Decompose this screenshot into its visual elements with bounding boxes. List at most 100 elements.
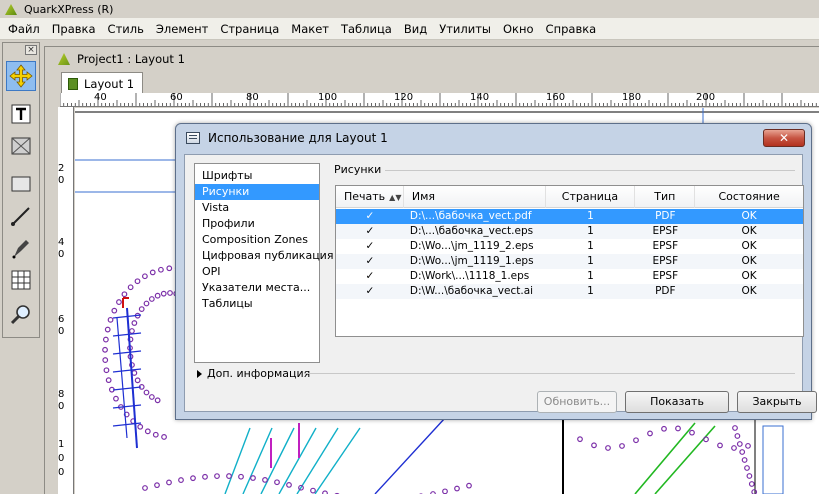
ruler-label: 0 [58, 326, 65, 337]
menu-item[interactable]: Элемент [150, 18, 214, 40]
table-row[interactable]: ✓ D:\W...\бабочка_vect.ai 1 PDF OK [336, 284, 803, 299]
picture-state: OK [741, 225, 757, 237]
tools-close-icon[interactable]: × [25, 45, 37, 55]
table-row[interactable]: ✓ D:\...\бабочка_vect.eps 1 EPSF OK [336, 224, 803, 239]
table-row[interactable]: ✓ D:\Wo...\jm_1119_2.eps 1 EPSF OK [336, 239, 803, 254]
picture-type: PDF [655, 210, 676, 222]
zoom-tool-icon[interactable] [6, 299, 36, 329]
menu-window[interactable]: Окно [497, 18, 540, 40]
print-check[interactable]: ✓ [336, 284, 404, 299]
line-tool-icon[interactable] [6, 201, 36, 231]
menu-style[interactable]: Стиль [102, 18, 150, 40]
picture-type: EPSF [652, 255, 679, 267]
ruler-label: 8 [58, 389, 65, 400]
column-header-print[interactable]: Печать ▲▼ [336, 186, 404, 208]
menu-view[interactable]: Вид [398, 18, 433, 40]
print-check[interactable]: ✓ [336, 224, 404, 239]
column-header-state[interactable]: Состояние [695, 186, 803, 208]
picture-name: D:\...\бабочка_vect.pdf [409, 210, 532, 222]
dialog-titlebar[interactable]: Использование для Layout 1 [176, 124, 811, 152]
table-tool-icon[interactable] [6, 265, 36, 295]
category-item-tables[interactable]: Таблицы [195, 296, 319, 312]
quark-app-icon [4, 2, 18, 16]
category-item-profiles[interactable]: Профили [195, 216, 319, 232]
table-row[interactable]: ✓ D:\Work\...\1118_1.eps 1 EPSF OK [336, 269, 803, 284]
print-check[interactable]: ✓ [336, 239, 404, 254]
picture-name: D:\Wo...\jm_1119_1.eps [409, 255, 534, 267]
picture-box-tool-icon[interactable] [6, 131, 36, 161]
table-row[interactable]: ✓ D:\Wo...\jm_1119_1.eps 1 EPSF OK [336, 254, 803, 269]
menu-utilities[interactable]: Утилиты [433, 18, 497, 40]
category-list[interactable]: Шрифты Рисунки Vista Профили Composition… [194, 163, 333, 363]
sort-arrows-icon: ▲▼ [389, 193, 402, 202]
category-item-pictures[interactable]: Рисунки [195, 184, 319, 200]
ruler-label: 4 [58, 237, 65, 248]
picture-type: PDF [655, 285, 676, 297]
usage-dialog: Использование для Layout 1 ✕ Шрифты Рису… [175, 123, 817, 420]
picture-type: EPSF [652, 240, 679, 252]
more-info-toggle[interactable]: Доп. информация [197, 367, 310, 380]
update-button[interactable]: Обновить... [537, 391, 617, 413]
close-icon[interactable]: ✕ [763, 129, 805, 147]
category-item-composition-zones[interactable]: Composition Zones [195, 232, 319, 248]
column-header-print-label: Печать [344, 190, 386, 203]
show-button[interactable]: Показать [625, 391, 729, 413]
table-header: Печать ▲▼ Имя Страница Тип Состояние [336, 186, 803, 208]
picture-name: D:\Work\...\1118_1.eps [409, 270, 530, 282]
pictures-table[interactable]: Печать ▲▼ Имя Страница Тип Состояние ✓ D:… [335, 185, 804, 337]
ruler-label: 1 [58, 439, 65, 450]
picture-page: 1 [587, 240, 594, 252]
pen-tool-icon[interactable] [6, 233, 36, 263]
ruler-label: 120 [394, 93, 414, 103]
table-row[interactable]: ✓ D:\...\бабочка_vect.pdf 1 PDF OK [336, 209, 803, 224]
category-item-fonts[interactable]: Шрифты [195, 168, 319, 184]
category-item-digital-publishing[interactable]: Цифровая публикация [195, 248, 333, 264]
column-header-name[interactable]: Имя [404, 186, 546, 208]
horizontal-ruler[interactable]: 40 60 80 100 120 140 160 180 200 [60, 93, 819, 107]
move-tool-icon[interactable] [6, 61, 36, 91]
category-item-opi[interactable]: OPI [195, 264, 319, 280]
picture-page: 1 [587, 225, 594, 237]
ruler-label: 0 [58, 453, 65, 464]
picture-name: D:\...\бабочка_vect.eps [409, 225, 534, 237]
document-title: Project1 : Layout 1 [77, 52, 185, 66]
category-item-vista[interactable]: Vista [195, 200, 319, 216]
picture-state: OK [741, 210, 757, 222]
picture-type: EPSF [652, 270, 679, 282]
picture-name: D:\Wo...\jm_1119_2.eps [409, 240, 534, 252]
column-header-page[interactable]: Страница [546, 186, 636, 208]
ruler-label: 200 [696, 93, 716, 103]
tab-layout-1[interactable]: Layout 1 [61, 72, 144, 94]
close-button[interactable]: Закрыть [737, 391, 817, 413]
menu-edit[interactable]: Правка [46, 18, 102, 40]
layout-tab-label: Layout 1 [84, 76, 135, 91]
picture-page: 1 [587, 270, 594, 282]
app-title: QuarkXPress (R) [24, 2, 114, 16]
menu-page[interactable]: Страница [214, 18, 285, 40]
menu-help[interactable]: Справка [540, 18, 603, 40]
text-tool-icon[interactable] [6, 99, 36, 129]
print-check[interactable]: ✓ [336, 254, 404, 269]
menu-file[interactable]: Файл [2, 18, 46, 40]
vertical-ruler[interactable]: 2 0 4 0 6 0 8 0 1 0 0 [58, 107, 74, 494]
menu-layout[interactable]: Макет [285, 18, 335, 40]
tool-palette: × [2, 42, 40, 338]
category-item-placeholders[interactable]: Указатели места... [195, 280, 319, 296]
menu-table[interactable]: Таблица [335, 18, 398, 40]
dialog-title: Использование для Layout 1 [208, 131, 388, 145]
ruler-label: 140 [470, 93, 490, 103]
dialog-body: Шрифты Рисунки Vista Профили Composition… [184, 154, 817, 413]
ruler-label: 0 [58, 175, 65, 186]
rectangle-tool-icon[interactable] [6, 169, 36, 199]
picture-page: 1 [587, 255, 594, 267]
divider [385, 170, 795, 171]
picture-state: OK [741, 285, 757, 297]
column-header-type[interactable]: Тип [635, 186, 696, 208]
document-icon [57, 52, 71, 66]
section-heading: Рисунки [334, 163, 382, 176]
ruler-label: 2 [58, 163, 65, 174]
dialog-window-icon [186, 132, 200, 144]
print-check[interactable]: ✓ [336, 209, 404, 224]
print-check[interactable]: ✓ [336, 269, 404, 284]
more-info-label: Доп. информация [207, 367, 311, 380]
